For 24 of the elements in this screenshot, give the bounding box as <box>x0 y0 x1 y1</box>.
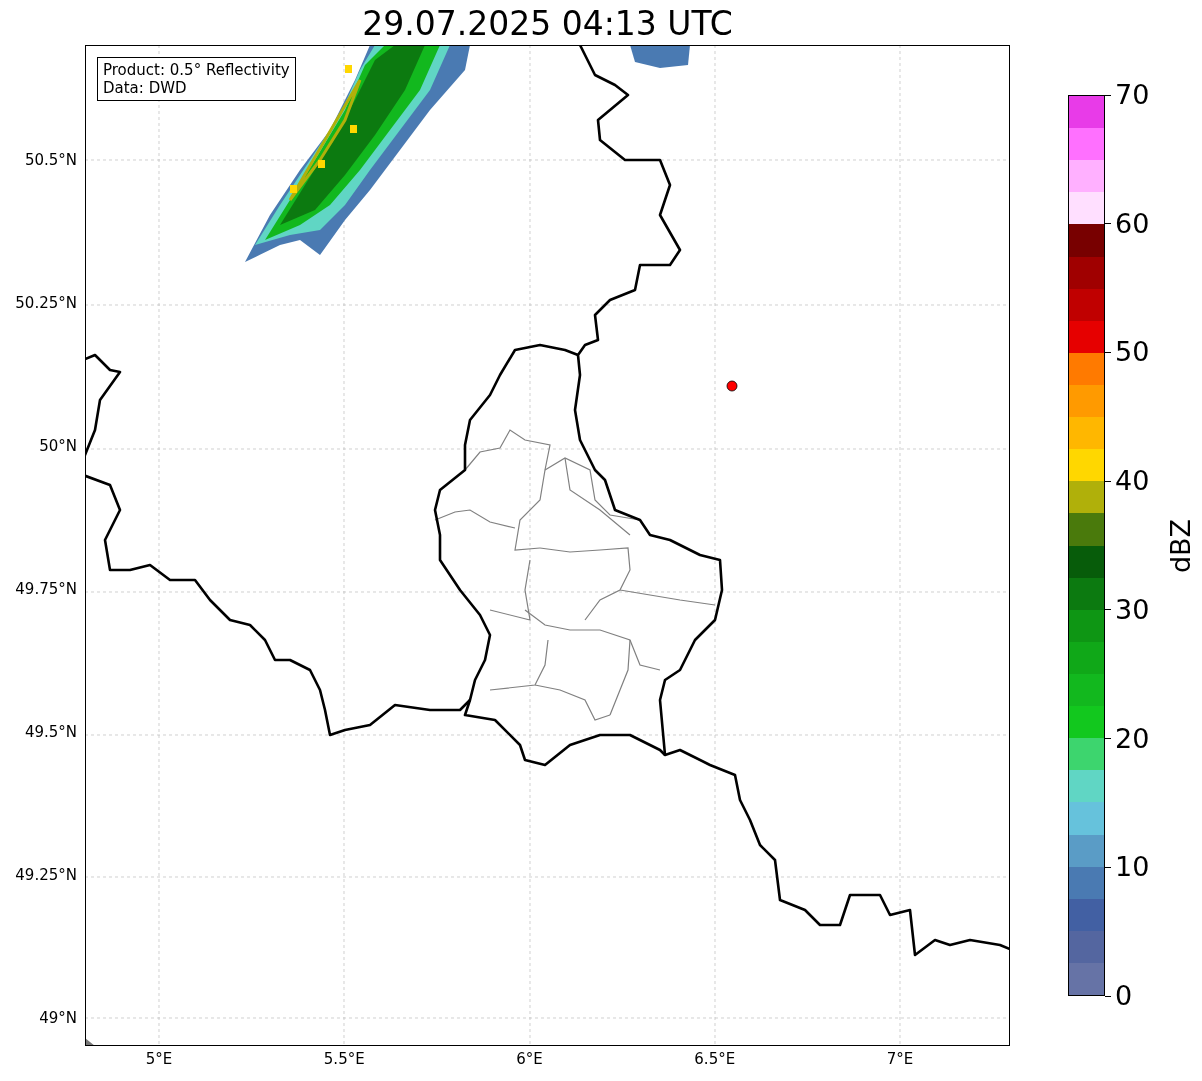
longitude-tick-label: 5°E <box>145 1050 173 1068</box>
info-text: Data: DWD <box>103 79 188 97</box>
info-text: Product: 0.5° Reflectivity <box>103 61 290 79</box>
longitude-tick-label: 6.5°E <box>694 1050 736 1068</box>
colorbar-tick-label: 20 <box>1115 723 1150 754</box>
latitude-tick-label: 50°N <box>39 437 77 455</box>
colorbar-tick-label: 0 <box>1115 981 1133 1011</box>
colorbar-tick-label: 70 <box>1115 80 1150 110</box>
colorbar-tick-label: 40 <box>1115 466 1150 497</box>
colorbar-label: dBZ <box>1166 518 1196 573</box>
latitude-tick-label: 49.75°N <box>15 580 77 598</box>
latitude-tick-label: 49°N <box>39 1009 77 1027</box>
longitude-tick-label: 5.5°E <box>323 1050 365 1068</box>
chart-title: 29.07.2025 04:13 UTC <box>362 3 733 45</box>
latitude-tick-label: 50.25°N <box>15 294 77 312</box>
colorbar-tick-label: 30 <box>1115 594 1150 625</box>
longitude-tick-label: 6°E <box>516 1050 543 1068</box>
colorbar-tick-label: 10 <box>1115 852 1150 883</box>
latitude-tick-label: 49.25°N <box>15 866 77 884</box>
colorbar-tick-label: 60 <box>1115 208 1150 239</box>
latitude-tick-label: 49.5°N <box>24 723 77 741</box>
longitude-tick-label: 7°E <box>886 1050 914 1068</box>
colorbar-tick-label: 50 <box>1115 337 1150 368</box>
latitude-tick-label: 50.5°N <box>24 151 77 169</box>
